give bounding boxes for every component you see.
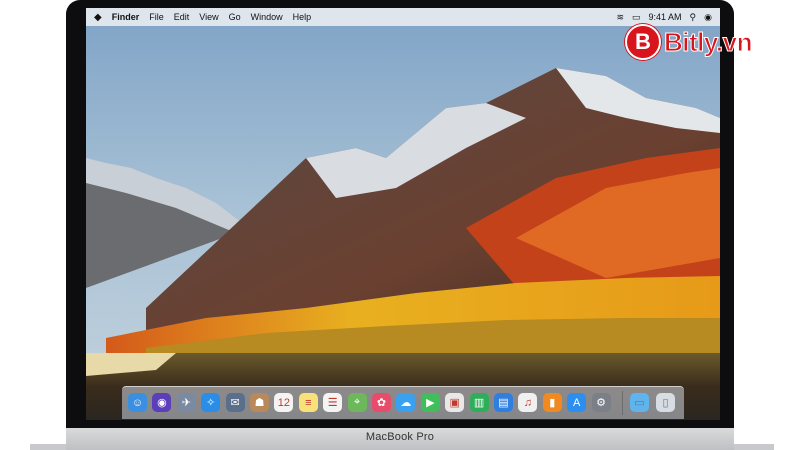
watermark-badge: B (625, 24, 661, 60)
siri-icon[interactable]: ◉ (704, 12, 712, 23)
wifi-icon[interactable]: ≋ (616, 12, 624, 23)
menu-window[interactable]: Window (251, 12, 283, 22)
music-icon[interactable]: ♫ (518, 393, 538, 412)
ibooks-icon[interactable]: ▮ (542, 393, 562, 412)
notes-icon[interactable]: ≡ (298, 393, 318, 412)
dock-separator (622, 391, 623, 415)
watermark-text: Bitly.vn (664, 26, 753, 57)
apple-icon[interactable]: ◆ (94, 12, 102, 23)
device-label: MacBook Pro (365, 431, 435, 443)
menu-go[interactable]: Go (229, 12, 241, 22)
system-preferences-icon[interactable]: ⚙ (591, 393, 611, 412)
wallpaper-high-sierra (86, 8, 720, 420)
calendar-icon[interactable]: 12 (274, 393, 294, 412)
reminders-icon[interactable]: ☰ (323, 393, 343, 412)
menu-file[interactable]: File (149, 12, 164, 22)
numbers-icon[interactable]: ▥ (469, 393, 489, 412)
contacts-icon[interactable]: ☗ (250, 393, 269, 412)
messages-icon[interactable]: ☁ (396, 393, 416, 412)
watermark: B Bitly.vn (625, 24, 753, 60)
laptop-base-right (734, 444, 774, 450)
menu-edit[interactable]: Edit (174, 12, 190, 22)
finder-icon[interactable]: ☺ (128, 393, 147, 412)
trash-icon[interactable]: ▯ (656, 393, 675, 412)
keynote-icon[interactable]: ▤ (494, 393, 513, 412)
clock[interactable]: 9:41 AM (649, 12, 682, 22)
app-store-icon[interactable]: A (567, 393, 587, 412)
menu-help[interactable]: Help (293, 12, 312, 22)
desktop-screen: ◆ Finder File Edit View Go Window Help ≋… (86, 8, 720, 420)
maps-icon[interactable]: ⌖ (347, 393, 367, 412)
siri-icon[interactable]: ◉ (152, 393, 172, 412)
downloads-folder-icon[interactable]: ▭ (630, 393, 649, 412)
menu-view[interactable]: View (199, 12, 218, 22)
safari-icon[interactable]: ✧ (201, 393, 221, 412)
battery-icon[interactable]: ▭ (632, 12, 641, 23)
laptop-base-left (30, 444, 66, 450)
menu-finder[interactable]: Finder (112, 12, 140, 22)
launchpad-icon[interactable]: ✈ (176, 393, 196, 412)
status-area: ≋ ▭ 9:41 AM ⚲ ◉ (616, 12, 720, 23)
facetime-icon[interactable]: ▶ (420, 393, 440, 412)
photo-booth-icon[interactable]: ▣ (445, 393, 465, 412)
search-icon[interactable]: ⚲ (690, 12, 697, 23)
dock: ☺ ◉ ✈ ✧ ✉ ☗ 12 ≡ ☰ ⌖ ✿ ☁ ▶ ▣ ▥ ▤ ♫ ▮ A ⚙ ▭ ▯ (122, 386, 684, 419)
mail-icon[interactable]: ✉ (225, 393, 245, 412)
photos-icon[interactable]: ✿ (372, 393, 391, 412)
